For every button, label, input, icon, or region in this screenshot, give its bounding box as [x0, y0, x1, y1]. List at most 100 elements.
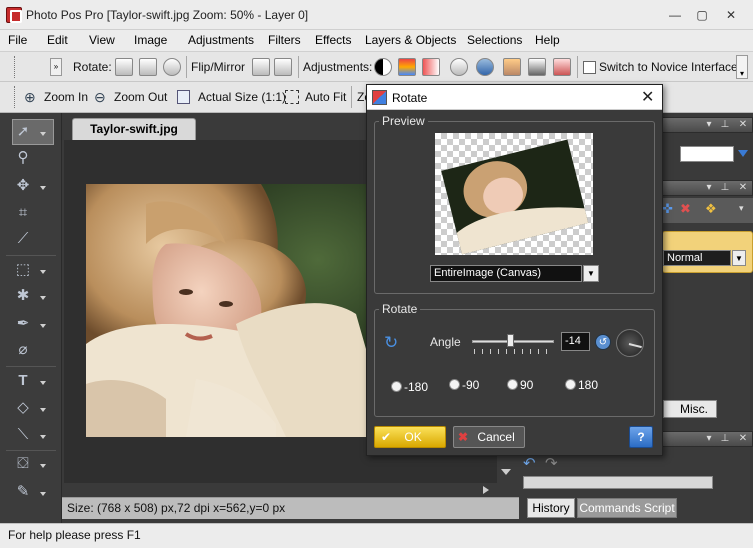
horizontal-scrollbar[interactable]: [64, 483, 517, 497]
photo-mono-icon[interactable]: [528, 58, 546, 76]
pen-tool-icon[interactable]: ✒: [12, 313, 34, 335]
layer-item[interactable]: Normal ▼: [662, 231, 753, 273]
chevron-down-icon[interactable]: [40, 464, 46, 468]
zoom-tool-icon[interactable]: ⚲: [12, 147, 34, 169]
cancel-button[interactable]: ✖ Cancel: [453, 426, 525, 448]
text-tool-icon[interactable]: T: [12, 370, 34, 392]
crop-tool-icon[interactable]: ⌗: [12, 202, 34, 224]
layer-style-icon[interactable]: ❖: [705, 201, 717, 217]
menu-view[interactable]: View: [89, 33, 115, 47]
zoom-in-button[interactable]: Zoom In: [44, 90, 88, 104]
brightness-contrast-icon[interactable]: [374, 58, 392, 76]
move-tool-icon[interactable]: ✥: [12, 175, 34, 197]
toolbar-grip[interactable]: [14, 86, 17, 108]
tab-misc[interactable]: Misc.: [663, 400, 717, 418]
menu-file[interactable]: File: [8, 33, 27, 47]
scroll-down-icon[interactable]: [501, 469, 511, 475]
pin-icon[interactable]: ⊥: [719, 182, 731, 194]
panel-menu-icon[interactable]: ▾: [703, 119, 715, 131]
color-levels-icon[interactable]: [398, 58, 416, 76]
lasso-tool-icon[interactable]: ⌀: [12, 339, 34, 361]
preset-radio-minus90[interactable]: [449, 379, 460, 390]
tab-commands-script[interactable]: Commands Script: [577, 498, 677, 518]
menu-adjustments[interactable]: Adjustments: [188, 33, 254, 47]
novice-interface-icon[interactable]: [583, 61, 596, 74]
drop-blue-icon[interactable]: [476, 58, 494, 76]
actual-size-button[interactable]: Actual Size (1:1): [198, 90, 286, 104]
flip-vertical-icon[interactable]: [274, 58, 292, 76]
toolbar-grip[interactable]: [14, 56, 17, 78]
preset-radio-180[interactable]: [565, 379, 576, 390]
undo-icon[interactable]: ↶: [523, 454, 536, 472]
chevron-down-icon[interactable]: [40, 296, 46, 300]
maximize-button[interactable]: ▢: [691, 6, 713, 24]
ok-button[interactable]: ✔ OK: [374, 426, 446, 448]
minimize-button[interactable]: —: [664, 6, 686, 24]
delete-layer-icon[interactable]: ✖: [680, 201, 691, 217]
fill-bucket-icon[interactable]: ⛋: [12, 453, 34, 475]
angle-value-input[interactable]: -14: [561, 332, 590, 351]
menu-selections[interactable]: Selections: [467, 33, 522, 47]
history-scrollbar[interactable]: [523, 476, 713, 489]
line-tool-icon[interactable]: ⟍: [12, 424, 34, 446]
menu-help[interactable]: Help: [535, 33, 560, 47]
document-tab[interactable]: Taylor-swift.jpg: [72, 118, 196, 140]
rotate-free-icon[interactable]: [163, 58, 181, 76]
preset-radio-90[interactable]: [507, 379, 518, 390]
rotate-reset-icon[interactable]: ↻: [384, 333, 398, 353]
document-image[interactable]: [86, 184, 376, 437]
select-arrow-icon[interactable]: ➚: [12, 121, 34, 143]
angle-dial[interactable]: [616, 329, 644, 357]
angle-slider-thumb[interactable]: [507, 334, 514, 347]
zoom-out-button[interactable]: Zoom Out: [114, 90, 167, 104]
rotate-left-icon[interactable]: [115, 58, 133, 76]
more-icon[interactable]: ▾: [739, 203, 744, 214]
chevron-down-icon[interactable]: [40, 132, 46, 136]
rect-select-icon[interactable]: ⬚: [12, 259, 34, 281]
close-icon[interactable]: ✕: [737, 182, 749, 194]
chevron-down-icon[interactable]: [40, 435, 46, 439]
magic-wand-icon[interactable]: ✱: [12, 285, 34, 307]
color-swatch[interactable]: [680, 146, 734, 162]
dialog-close-icon[interactable]: ✕: [641, 87, 654, 107]
chevron-down-icon[interactable]: [738, 150, 748, 157]
chevron-down-icon[interactable]: [40, 381, 46, 385]
chevron-down-icon[interactable]: ▼: [732, 250, 746, 266]
panel-menu-icon[interactable]: ▾: [703, 182, 715, 194]
chevron-down-icon[interactable]: [40, 492, 46, 496]
preview-mode-select[interactable]: EntireImage (Canvas): [430, 265, 582, 282]
close-window-button[interactable]: ✕: [720, 6, 742, 24]
shape-tool-icon[interactable]: ◇: [12, 397, 34, 419]
menu-image[interactable]: Image: [134, 33, 167, 47]
auto-fit-button[interactable]: Auto Fit: [305, 90, 346, 104]
angle-apply-icon[interactable]: ↺: [595, 334, 611, 350]
drop-white-icon[interactable]: [450, 58, 468, 76]
menu-edit[interactable]: Edit: [47, 33, 68, 47]
flip-horizontal-icon[interactable]: [252, 58, 270, 76]
close-icon[interactable]: ✕: [737, 119, 749, 131]
straighten-tool-icon[interactable]: ⟋: [12, 228, 34, 250]
menu-layers-objects[interactable]: Layers & Objects: [365, 33, 456, 47]
color-balance-icon[interactable]: [422, 58, 440, 76]
chevron-down-icon[interactable]: [40, 186, 46, 190]
chevron-down-icon[interactable]: [40, 324, 46, 328]
switch-novice-button[interactable]: Switch to Novice Interface: [599, 60, 738, 74]
chevron-down-icon[interactable]: [40, 270, 46, 274]
toolbar-expand-icon[interactable]: ▾: [736, 55, 748, 79]
menu-filters[interactable]: Filters: [268, 33, 301, 47]
blend-mode-select[interactable]: Normal: [663, 250, 731, 266]
layer-icon[interactable]: ✜: [662, 201, 673, 217]
help-button[interactable]: ?: [629, 426, 653, 448]
close-icon[interactable]: ✕: [737, 433, 749, 445]
rotate-right-icon[interactable]: [139, 58, 157, 76]
tab-history[interactable]: History: [527, 498, 575, 518]
scroll-right-icon[interactable]: [483, 486, 489, 494]
toolbar-overflow-icon[interactable]: »: [50, 58, 62, 76]
redo-icon[interactable]: ↷: [545, 454, 558, 472]
chevron-down-icon[interactable]: [40, 408, 46, 412]
photo-red-icon[interactable]: [553, 58, 571, 76]
photo-warm-icon[interactable]: [503, 58, 521, 76]
pin-icon[interactable]: ⊥: [719, 119, 731, 131]
preset-radio-minus180[interactable]: [391, 381, 402, 392]
menu-effects[interactable]: Effects: [315, 33, 351, 47]
